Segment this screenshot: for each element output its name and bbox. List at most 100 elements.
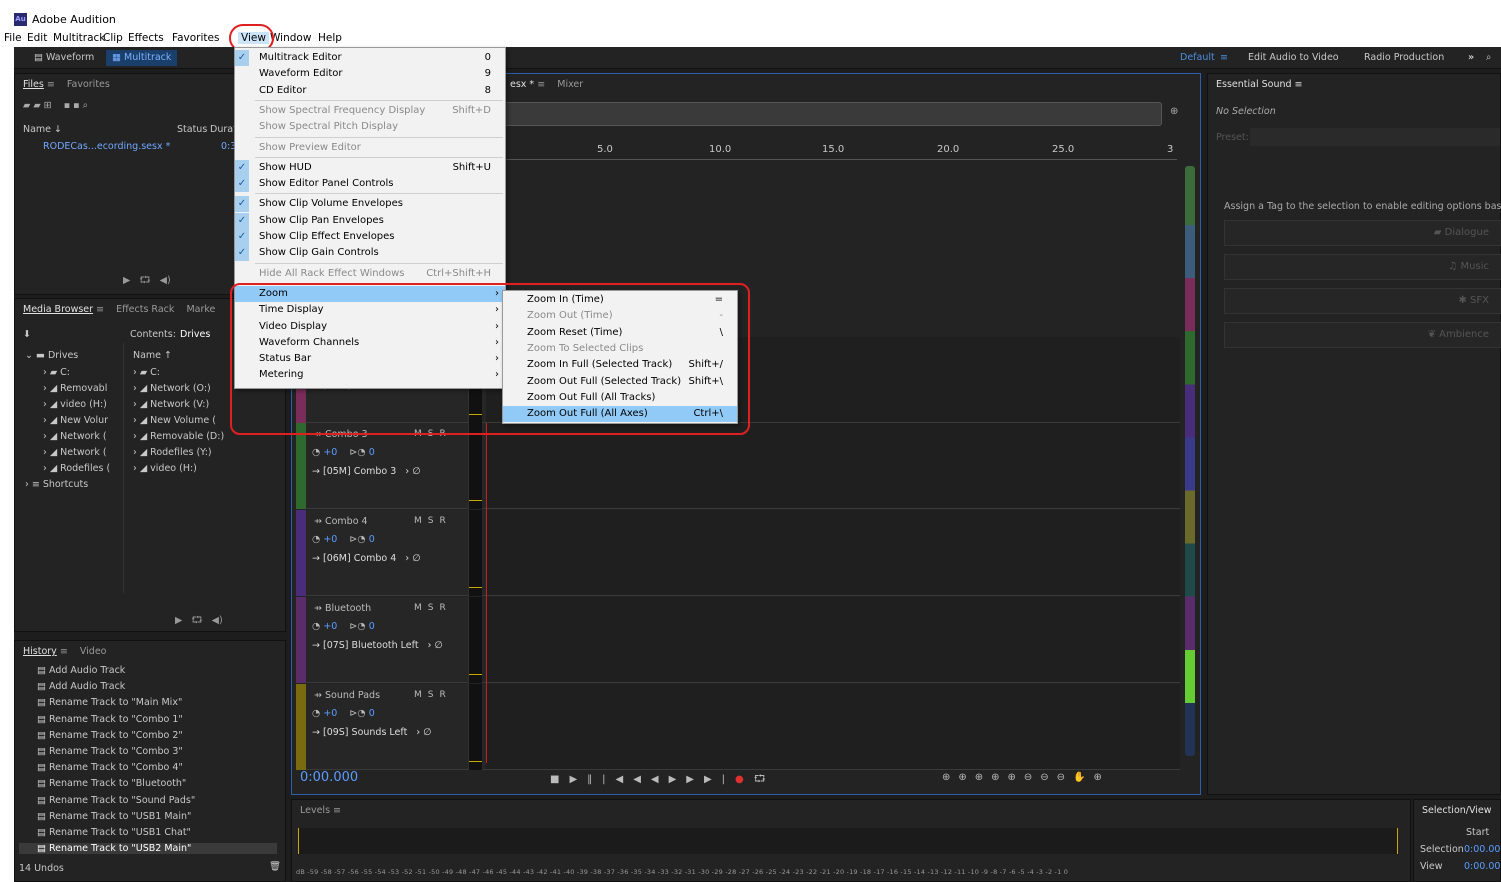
tree-removable[interactable]: › ◢ Removabl — [43, 383, 107, 394]
tag-music-button[interactable]: ♫ Music — [1224, 254, 1501, 280]
track-input[interactable]: → [09S] Sounds Left › ∅ — [312, 727, 431, 738]
media-item-newvolume[interactable]: › ◢ New Volume ( — [133, 415, 216, 426]
tab-effects-rack[interactable]: Effects Rack — [116, 304, 174, 315]
contents-dropdown[interactable]: Drives — [180, 329, 210, 340]
zoom-controls[interactable]: ⊕⊕⊕⊕⊕⊖⊖⊖✋⊕ — [942, 772, 1110, 783]
tree-network-2[interactable]: › ◢ Network ( — [43, 447, 107, 458]
menu-clip[interactable]: Clip — [103, 32, 123, 44]
tag-dialogue-button[interactable]: ▰ Dialogue — [1224, 220, 1501, 246]
menu-edit[interactable]: Edit — [27, 32, 47, 44]
preset-dropdown[interactable] — [1250, 128, 1500, 146]
tab-history[interactable]: History — [23, 646, 57, 657]
col-status[interactable]: Status — [177, 124, 207, 135]
files-transport-icons[interactable]: ▶ ⮔ ◀) — [123, 273, 171, 289]
tab-video[interactable]: Video — [80, 646, 107, 657]
waveform-button[interactable]: ▤ Waveform — [28, 50, 100, 66]
view_menu-item[interactable]: Hide All Rack Effect Windows Ctrl+Shift+H — [235, 266, 505, 282]
track-lane[interactable] — [486, 684, 1180, 770]
view_menu-item[interactable]: ✓ Show Clip Pan Envelopes — [235, 212, 505, 229]
msr-buttons[interactable]: MSR — [414, 690, 452, 700]
msr-buttons[interactable]: MSR — [414, 603, 452, 613]
tag-ambience-button[interactable]: ❦ Ambience — [1224, 322, 1501, 348]
workspace-menu-icon[interactable]: ≡ — [1214, 50, 1234, 66]
track-lane[interactable] — [486, 510, 1180, 596]
menu-favorites[interactable]: Favorites — [172, 32, 219, 44]
tree-shortcuts[interactable]: › ≡ Shortcuts — [25, 479, 88, 490]
menu-window[interactable]: Window — [270, 32, 311, 44]
history-item[interactable]: ▤ Rename Track to "Combo 4" — [19, 762, 277, 773]
track-controls[interactable]: ◔ +0 ⊳◔ 0 — [312, 534, 375, 545]
time-ruler[interactable]: 5.0 10.0 15.0 20.0 25.0 3 — [487, 144, 1177, 160]
view_menu-item[interactable]: ✓ Show HUD Shift+U — [235, 159, 505, 176]
col-duration[interactable]: Durat — [210, 124, 237, 135]
tree-network-1[interactable]: › ◢ Network ( — [43, 431, 107, 442]
tab-files[interactable]: Files — [23, 79, 44, 90]
tree-c[interactable]: › ▰ C: — [43, 367, 70, 378]
view_menu-item[interactable]: ✓ Show Editor Panel Controls — [235, 176, 505, 193]
msr-buttons[interactable]: MSR — [414, 516, 452, 526]
history-item[interactable]: ▤ Add Audio Track — [19, 665, 277, 676]
track-header[interactable]: ⇸ Combo 3 MSR ◔ +0 ⊳◔ 0 → [05M] Combo 3 › ∅ — [296, 423, 486, 509]
multitrack-button[interactable]: ▦ Multitrack — [106, 50, 178, 66]
pan-value[interactable]: 0 — [369, 534, 375, 545]
history-item[interactable]: ▤ Add Audio Track — [19, 681, 277, 692]
track-name[interactable]: ⇸ Sound Pads — [314, 690, 380, 701]
view_menu-item[interactable]: Waveform Editor 9 — [235, 66, 505, 82]
track-controls[interactable]: ◔ +0 ⊳◔ 0 — [312, 447, 375, 458]
history-item[interactable]: ▤ Rename Track to "Combo 2" — [19, 730, 277, 741]
pan-value[interactable]: 0 — [369, 447, 375, 458]
media-item-rodefiles[interactable]: › ◢ Rodefiles (Y:) — [133, 447, 212, 458]
media-item-network-o[interactable]: › ◢ Network (O:) — [133, 383, 211, 394]
drives-tree-item[interactable]: ⌄ ▬ Drives — [25, 350, 78, 361]
volume-value[interactable]: +0 — [323, 621, 337, 632]
workspace-radio-production[interactable]: Radio Production — [1358, 50, 1450, 66]
view_menu-item[interactable]: Show Spectral Frequency Display Shift+D — [235, 103, 505, 119]
track-lane[interactable] — [486, 597, 1180, 683]
track-input[interactable]: → [05M] Combo 3 › ∅ — [312, 466, 420, 477]
col-name[interactable]: Name ↓ — [23, 124, 62, 135]
track-color-strip[interactable] — [1185, 166, 1195, 756]
track-input[interactable]: → [07S] Bluetooth Left › ∅ — [312, 640, 443, 651]
menu-multitrack[interactable]: Multitrack — [53, 32, 105, 44]
tab-media-browser[interactable]: Media Browser — [23, 304, 93, 315]
view_menu-item[interactable]: CD Editor 8 — [235, 83, 505, 99]
view_menu-item[interactable]: ✓ Multitrack Editor 0 — [235, 50, 505, 66]
search-icon[interactable]: ⌕ — [1480, 50, 1497, 66]
volume-value[interactable]: +0 — [323, 447, 337, 458]
record-button-icon[interactable]: ● — [735, 774, 754, 785]
tree-newvolume[interactable]: › ◢ New Volur — [43, 415, 108, 426]
media-add-icon[interactable]: ⬇ — [23, 329, 31, 340]
history-item[interactable]: ▤ Rename Track to "USB1 Main" — [19, 811, 277, 822]
trash-icon[interactable]: 🗑 — [269, 861, 281, 872]
volume-value[interactable]: +0 — [323, 708, 337, 719]
tab-mixer[interactable]: Mixer — [557, 79, 583, 90]
history-item[interactable]: ▤ Rename Track to "Combo 3" — [19, 746, 277, 757]
tree-video[interactable]: › ◢ video (H:) — [43, 399, 107, 410]
more-workspaces-button[interactable]: » — [1462, 50, 1480, 66]
transport-controls[interactable]: ■▶‖|◀◀◀▶▶▶|●⮔ — [550, 772, 776, 789]
history-item[interactable]: ▤ Rename Track to "Combo 1" — [19, 714, 277, 725]
overview-bar[interactable] — [502, 102, 1162, 126]
media-item-c[interactable]: › ▰ C: — [133, 367, 160, 378]
selection-start-value[interactable]: 0:00.000 — [1464, 844, 1501, 855]
file-session-item[interactable]: RODECas...ecording.sesx * — [43, 141, 170, 152]
history-item[interactable]: ▤ Rename Track to "Main Mix" — [19, 697, 277, 708]
track-controls[interactable]: ◔ +0 ⊳◔ 0 — [312, 708, 375, 719]
files-toolbar-icons[interactable]: ▰ ▰ ⊞ ▪ ▪ ⌕ — [23, 100, 88, 111]
track-header[interactable]: ⇸ Bluetooth MSR ◔ +0 ⊳◔ 0 → [07S] Bluetooth… — [296, 597, 486, 683]
tab-session[interactable]: esx * — [510, 79, 534, 90]
media-item-network-v[interactable]: › ◢ Network (V:) — [133, 399, 209, 410]
view_menu-item[interactable]: ✓ Show Clip Gain Controls — [235, 245, 505, 262]
menu-file[interactable]: File — [4, 32, 22, 44]
track-lane[interactable] — [486, 423, 1180, 509]
track-header[interactable]: ⇸ Combo 4 MSR ◔ +0 ⊳◔ 0 → [06M] Combo 4 › ∅ — [296, 510, 486, 596]
track-input[interactable]: → [06M] Combo 4 › ∅ — [312, 553, 420, 564]
track-header[interactable]: ⇸ Sound Pads MSR ◔ +0 ⊳◔ 0 → [09S] Sounds L… — [296, 684, 486, 770]
volume-value[interactable]: +0 — [323, 534, 337, 545]
history-item[interactable]: ▤ Rename Track to "USB1 Chat" — [19, 827, 277, 838]
menu-help[interactable]: Help — [318, 32, 342, 44]
zoom-fit-icon[interactable]: ⊕ — [1170, 106, 1178, 117]
media-item-video[interactable]: › ◢ video (H:) — [133, 463, 197, 474]
pan-value[interactable]: 0 — [369, 621, 375, 632]
history-item[interactable]: ▤ Rename Track to "USB2 Main" — [19, 843, 277, 855]
